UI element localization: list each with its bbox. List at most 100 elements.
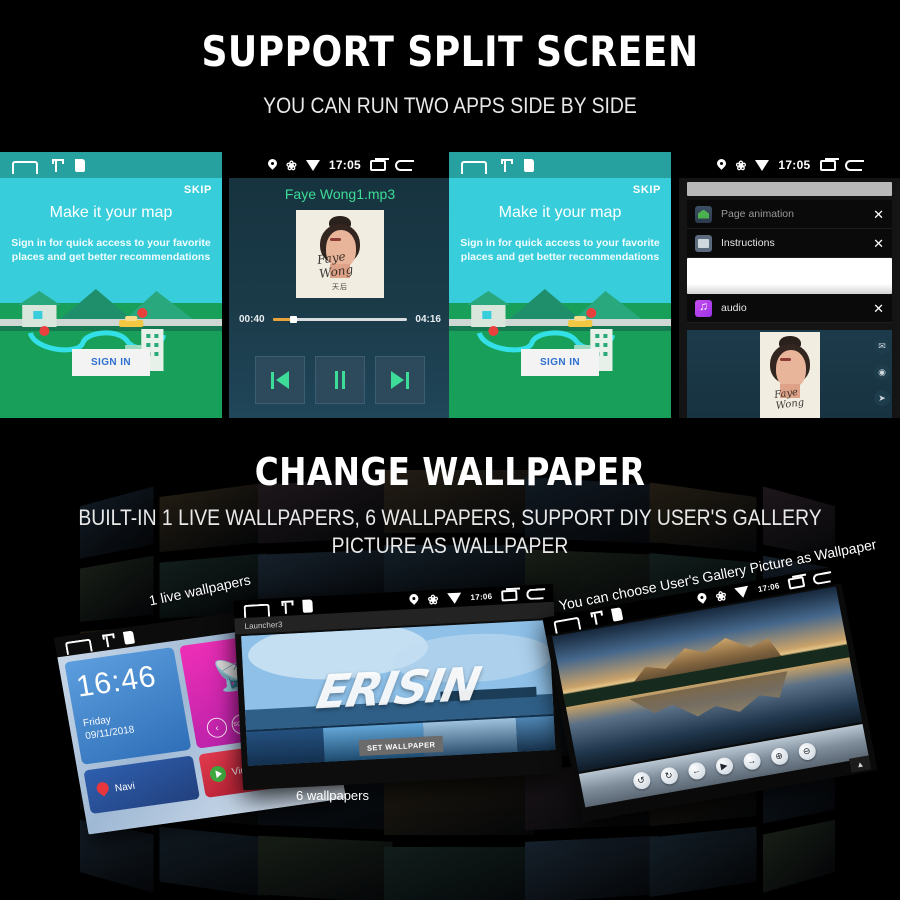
- sdcard-icon: [610, 606, 624, 622]
- status-bar-recents: ❀ 17:05: [679, 152, 900, 178]
- maps-sign-in-button[interactable]: SIGN IN: [72, 349, 150, 376]
- play-icon[interactable]: ▶: [713, 755, 734, 776]
- wallpaper-thumb[interactable]: [246, 727, 325, 766]
- maps-body-text: Sign in for quick access to your favorit…: [11, 237, 211, 263]
- list-item-label: Page animation: [721, 208, 794, 220]
- usb-icon: [590, 611, 601, 625]
- music-player-body: Faye Wong1.mp3 Faye Wong 天后 00:40 04:16: [229, 178, 451, 418]
- maps-illustration: [0, 289, 222, 418]
- live-col-left: 16:46 Friday 09/11/2018 Navi: [64, 647, 202, 828]
- maps-sign-in-button[interactable]: SIGN IN: [521, 349, 599, 376]
- launcher-caption: 6 wallpapers: [296, 788, 369, 803]
- close-icon[interactable]: ✕: [873, 237, 884, 250]
- location-icon: [409, 593, 419, 606]
- arrow-icon[interactable]: ➤: [874, 390, 890, 406]
- wallpaper-thumb[interactable]: [515, 715, 556, 752]
- status-time: 17:05: [328, 158, 362, 172]
- playback-controls: [229, 356, 451, 404]
- album-art: Faye Wong 天后: [296, 210, 384, 298]
- back-icon[interactable]: [844, 159, 864, 171]
- home-icon[interactable]: [243, 603, 271, 618]
- sdcard-icon: [524, 158, 534, 172]
- duration-time: 04:16: [415, 314, 441, 325]
- close-icon[interactable]: ✕: [873, 208, 884, 221]
- maps-skip-button[interactable]: SKIP: [184, 184, 212, 196]
- list-item[interactable]: audio ✕: [687, 294, 892, 323]
- track-title: Faye Wong1.mp3: [284, 186, 396, 202]
- seek-bar[interactable]: [272, 316, 408, 323]
- sdcard-icon: [75, 158, 85, 172]
- clock-widget[interactable]: 16:46 Friday 09/11/2018: [64, 647, 192, 765]
- zoom-out-icon[interactable]: ⊖: [796, 741, 817, 761]
- change-wallpaper-subtitle-2: PICTURE AS WALLPAPER: [331, 533, 569, 558]
- location-icon: [717, 159, 726, 172]
- recent-apps-icon[interactable]: [501, 589, 518, 601]
- location-icon: [268, 159, 277, 172]
- maps-illustration: [449, 289, 671, 418]
- panel-music-player: ❀ 17:05 Faye Wong1.mp3 Faye Wong 天后 00:4…: [229, 152, 451, 418]
- list-item[interactable]: Instructions ✕: [687, 229, 892, 258]
- back-icon[interactable]: [811, 571, 831, 585]
- previous-icon[interactable]: ←: [686, 760, 707, 781]
- status-bar-maps-right: [449, 152, 671, 178]
- maps-heading: Make it your map: [498, 204, 622, 221]
- music-note-icon: [695, 299, 712, 317]
- house-icon: [695, 205, 712, 223]
- map-pin-icon: [96, 781, 111, 798]
- recents-preview-thumbnail[interactable]: Faye Wong ✉ ◉ ➤: [687, 330, 892, 418]
- panel-maps-right: SKIP Make it your map Sign in for quick …: [449, 152, 671, 418]
- wallpaper-device-stage: 16:46 Friday 09/11/2018 Navi 📡 ‹ 1 live …: [0, 536, 900, 900]
- status-bar-maps-left: [0, 152, 222, 178]
- usb-icon: [281, 600, 291, 613]
- home-icon[interactable]: [553, 616, 582, 634]
- usb-icon: [52, 158, 64, 172]
- pause-icon: [335, 371, 345, 389]
- next-icon[interactable]: →: [741, 750, 762, 771]
- album-face-skin: [775, 350, 806, 388]
- disc-icon[interactable]: ◉: [874, 364, 890, 380]
- list-item[interactable]: Page animation ✕: [687, 200, 892, 229]
- bluetooth-icon: ❀: [427, 591, 439, 607]
- list-item-label: audio: [721, 302, 747, 314]
- document-icon: [695, 234, 712, 252]
- rotate-right-icon[interactable]: ↻: [658, 765, 679, 786]
- navi-tile[interactable]: Navi: [83, 755, 201, 815]
- back-icon[interactable]: [395, 159, 415, 171]
- album-signature: Faye Wong: [773, 386, 805, 412]
- recent-apps-icon[interactable]: [819, 157, 839, 171]
- radio-prev-button[interactable]: ‹: [205, 716, 229, 739]
- recents-top-bar: [687, 182, 892, 196]
- seek-knob[interactable]: [289, 316, 297, 323]
- recent-apps-list: Page animation ✕ Instructions ✕ audio ✕: [679, 178, 900, 418]
- wallpaper-preview[interactable]: ERISIN SET WALLPAPER: [241, 620, 556, 766]
- bluetooth-icon: ❀: [285, 157, 297, 173]
- location-icon: [697, 592, 708, 606]
- recent-apps-icon[interactable]: [787, 575, 806, 590]
- screenshot-panels: SKIP Make it your map Sign in for quick …: [0, 152, 900, 570]
- wifi-icon: [755, 159, 770, 171]
- wifi-icon: [734, 585, 751, 599]
- status-time: 17:06: [470, 591, 493, 602]
- previous-track-button[interactable]: [255, 356, 305, 404]
- list-item-label: Instructions: [721, 237, 775, 249]
- recent-apps-icon[interactable]: [370, 157, 390, 171]
- navi-tile-label: Navi: [113, 780, 136, 794]
- wallpaper-brand-text: ERISIN: [312, 656, 484, 720]
- device-launcher: ❀ 17:06 Launcher3 ERISIN SET WALLPAPER: [233, 583, 563, 791]
- back-icon[interactable]: [526, 587, 544, 600]
- pause-button[interactable]: [315, 356, 365, 404]
- home-icon[interactable]: [461, 160, 487, 174]
- list-item-blank[interactable]: [687, 258, 892, 294]
- page-root: SUPPORT SPLIT SCREEN YOU CAN RUN TWO APP…: [0, 0, 900, 900]
- maps-skip-button[interactable]: SKIP: [633, 184, 661, 196]
- rotate-left-icon[interactable]: ↺: [631, 770, 652, 791]
- share-icon[interactable]: ✉: [874, 338, 890, 354]
- home-icon[interactable]: [12, 160, 38, 174]
- gallery-image-button[interactable]: ▲: [848, 755, 872, 773]
- split-screen-section: SUPPORT SPLIT SCREEN YOU CAN RUN TWO APP…: [0, 0, 900, 570]
- album-brow: [330, 238, 341, 241]
- zoom-in-icon[interactable]: ⊕: [769, 746, 790, 766]
- wifi-icon: [305, 159, 320, 171]
- next-track-button[interactable]: [375, 356, 425, 404]
- close-icon[interactable]: ✕: [873, 302, 884, 315]
